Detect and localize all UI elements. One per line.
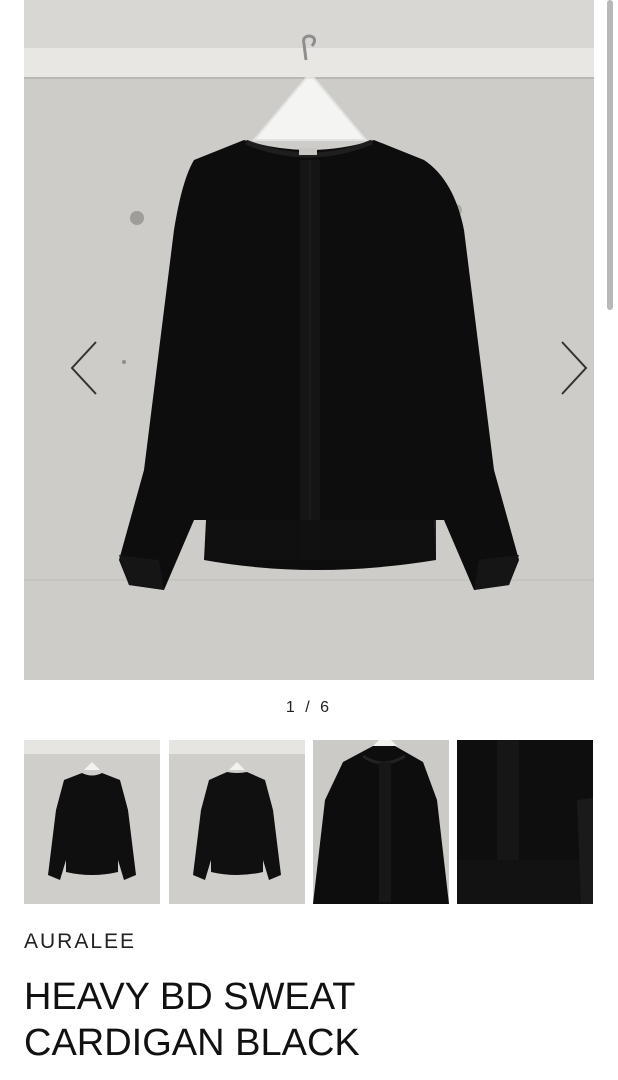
thumbnail-image: [24, 740, 160, 904]
image-counter: 1 / 6: [285, 699, 333, 716]
thumbnail-image: [169, 740, 305, 904]
product-title: HEAVY BD SWEAT CARDIGAN BLACK: [24, 974, 594, 1066]
product-title-line-1: HEAVY BD SWEAT: [24, 976, 356, 1018]
thumbnail-back[interactable]: [169, 740, 305, 904]
thumbnail-front[interactable]: [24, 740, 160, 904]
brand-name[interactable]: AURALEE: [24, 930, 136, 954]
thumbnail-front-closeup[interactable]: [313, 740, 449, 904]
thumbnail-strip: [24, 740, 594, 904]
main-product-image[interactable]: [24, 0, 594, 680]
page-scrollbar[interactable]: [607, 0, 613, 310]
previous-image-button[interactable]: [68, 338, 112, 398]
chevron-right-icon: [561, 341, 588, 395]
thumbnail-image: [457, 740, 593, 904]
thumbnail-placket-closeup[interactable]: [457, 740, 593, 904]
next-image-button[interactable]: [558, 338, 594, 398]
product-title-line-2: CARDIGAN BLACK: [24, 1022, 360, 1064]
thumbnail-image: [313, 740, 449, 904]
chevron-left-icon: [70, 341, 97, 395]
